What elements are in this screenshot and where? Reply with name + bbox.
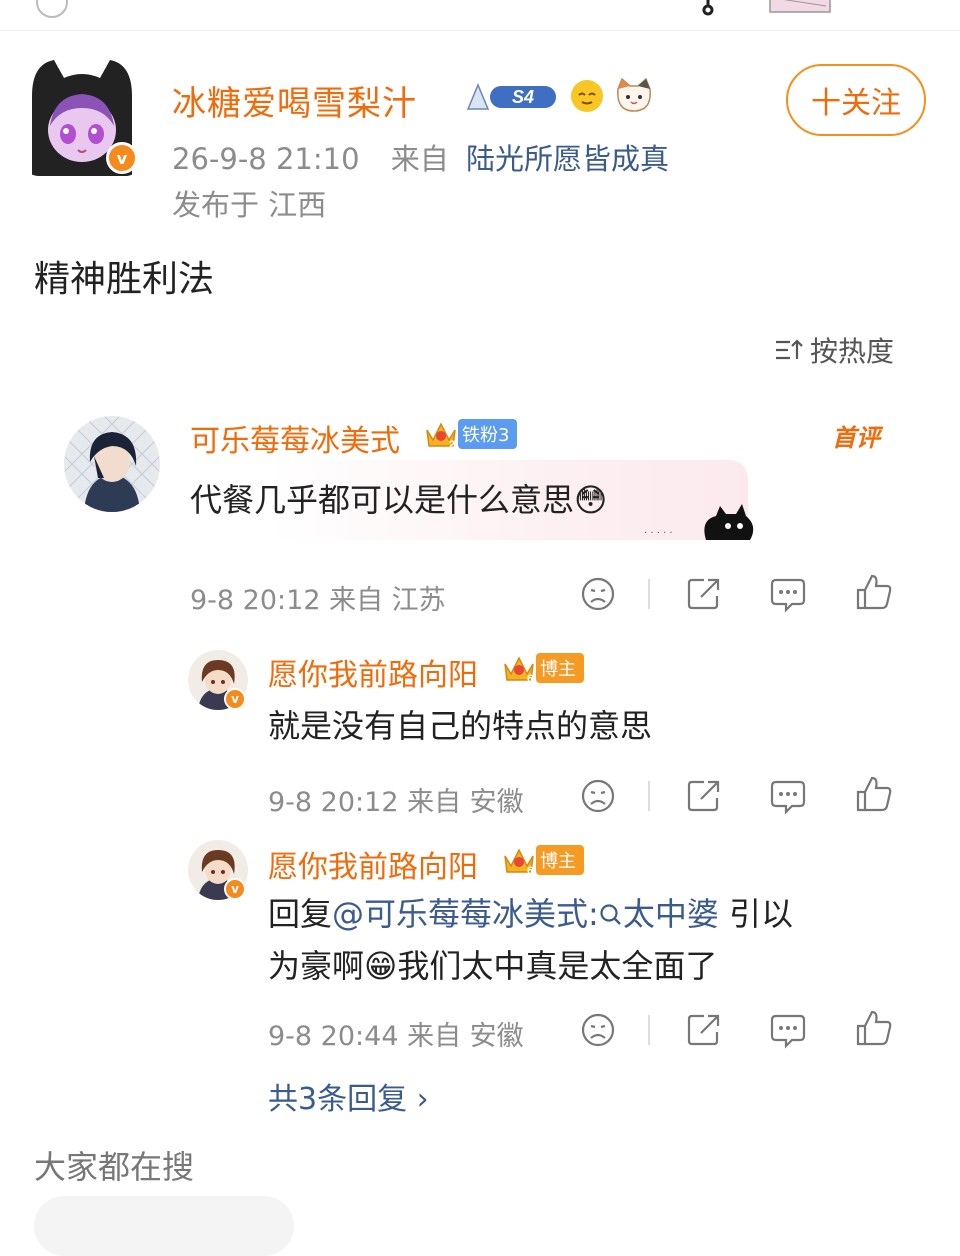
- comment-text: 代餐几乎都可以是什么意思😳: [190, 481, 608, 519]
- more-replies-link[interactable]: 共3条回复 ›: [268, 1074, 429, 1118]
- like-icon[interactable]: [854, 774, 894, 814]
- level-badge-text: S4: [512, 87, 534, 107]
- black-cat-sticker-icon: · · · · ·: [644, 504, 754, 540]
- reply-actions: [578, 774, 898, 818]
- sort-label: 按热度: [810, 335, 895, 368]
- dislike-icon[interactable]: [578, 574, 618, 614]
- replier-name[interactable]: 愿你我前路向阳: [268, 842, 478, 886]
- reply-meta: 9-8 20:44 来自 安徽: [268, 1021, 524, 1052]
- replier-name[interactable]: 愿你我前路向阳: [268, 650, 478, 694]
- crown-icon: 2: [426, 422, 456, 450]
- first-comment-tag: 首评: [832, 424, 880, 452]
- fan-badge: 2 铁粉3: [424, 418, 518, 450]
- dislike-icon[interactable]: [578, 1010, 618, 1050]
- crown-icon: 6: [504, 656, 534, 684]
- blogger-badge-level: 6: [527, 865, 533, 876]
- sort-icon: [776, 339, 803, 360]
- fan-badge-label: 铁粉3: [458, 419, 518, 449]
- reply-text: 回复@可乐莓莓冰美式: 太中婆 引以 为豪啊😁我们太中真是太全面了: [268, 888, 898, 992]
- author-badges: S4: [464, 76, 654, 116]
- actions-divider: [648, 579, 650, 609]
- reply-line-1: 回复@可乐莓莓冰美式: 太中婆 引以: [268, 888, 898, 940]
- post-location: 发布于 江西: [172, 188, 327, 222]
- comment-icon[interactable]: [768, 776, 808, 816]
- comment-meta: 9-8 20:12 来自 江苏: [190, 585, 446, 616]
- reply-actions: [578, 1008, 898, 1052]
- top-decoration-icon: [702, 0, 831, 16]
- follow-button[interactable]: 十关注: [786, 64, 926, 136]
- crown-icon: 6: [504, 848, 534, 876]
- mention-colon: :: [588, 895, 599, 933]
- blogger-badge-label: 博主: [536, 653, 584, 683]
- verified-badge-icon: v: [106, 142, 138, 174]
- search-icon: [600, 904, 621, 925]
- post-meta: 26-9-8 21:10 来自 陆光所愿皆成真: [172, 136, 669, 178]
- comment-actions: [578, 572, 898, 616]
- reply-text-end: 引以: [718, 895, 794, 933]
- author-name[interactable]: 冰糖爱喝雪梨汁: [172, 76, 417, 125]
- moon-emoji-icon: [571, 80, 603, 112]
- share-icon[interactable]: [684, 574, 724, 614]
- cat-emoji-icon: [617, 77, 651, 112]
- reply-prefix: 回复: [268, 895, 333, 933]
- like-icon[interactable]: [854, 572, 894, 612]
- blogger-badge-level: 6: [527, 673, 533, 684]
- svg-text:· · · · ·: · · · · ·: [644, 528, 673, 539]
- blogger-badge-label: 博主: [536, 845, 584, 875]
- verified-badge-icon: v: [224, 688, 246, 710]
- topic-text: 太中婆: [622, 895, 719, 933]
- post-datetime: 26-9-8 21:10: [172, 142, 360, 176]
- commenter-name[interactable]: 可乐莓莓冰美式: [190, 416, 400, 460]
- reply-text: 就是没有自己的特点的意思: [268, 707, 653, 745]
- level-badge-icon: S4: [466, 83, 556, 110]
- trending-search-pill[interactable]: [34, 1196, 294, 1256]
- verified-badge-icon: v: [224, 878, 246, 900]
- topic-link[interactable]: 太中婆: [599, 895, 719, 933]
- blogger-badge: 6 博主: [502, 652, 584, 684]
- from-prefix: 来自: [390, 142, 449, 176]
- comment-icon[interactable]: [768, 574, 808, 614]
- fan-badge-level: 2: [449, 439, 455, 450]
- reply-meta: 9-8 20:12 来自 安徽: [268, 787, 524, 818]
- sort-toggle[interactable]: 按热度: [774, 330, 894, 370]
- actions-divider: [648, 1015, 650, 1045]
- blogger-badge: 6 博主: [502, 844, 584, 876]
- actions-divider: [648, 781, 650, 811]
- mention-link[interactable]: @可乐莓莓冰美式: [332, 895, 588, 933]
- dislike-icon[interactable]: [578, 776, 618, 816]
- share-icon[interactable]: [684, 776, 724, 816]
- post-text: 精神胜利法: [34, 259, 215, 300]
- comment-icon[interactable]: [768, 1010, 808, 1050]
- commenter-avatar[interactable]: [64, 416, 160, 512]
- trending-search-title: 大家都在搜: [34, 1148, 195, 1186]
- share-icon[interactable]: [684, 1010, 724, 1050]
- like-icon[interactable]: [854, 1008, 894, 1048]
- reply-line-2: 为豪啊😁我们太中真是太全面了: [268, 947, 718, 985]
- post-source-link[interactable]: 陆光所愿皆成真: [466, 142, 669, 176]
